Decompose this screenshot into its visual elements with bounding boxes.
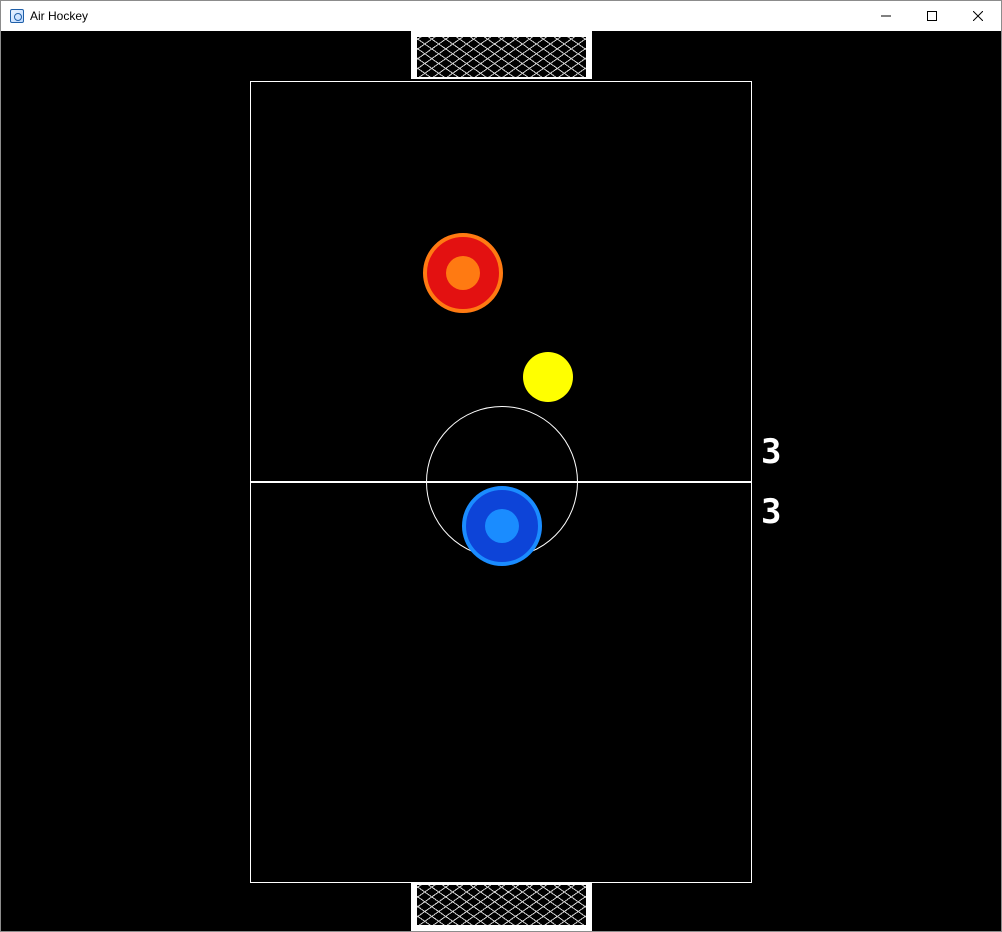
opponent-mallet xyxy=(423,233,503,313)
opponent-mallet-center xyxy=(446,256,480,290)
close-icon xyxy=(973,11,983,21)
opponent-score: 3 xyxy=(761,432,782,472)
close-button[interactable] xyxy=(955,1,1001,31)
maximize-icon xyxy=(927,11,937,21)
window-controls xyxy=(863,1,1001,31)
maximize-button[interactable] xyxy=(909,1,955,31)
player-mallet-center xyxy=(485,509,519,543)
top-goal-net xyxy=(411,31,592,79)
minimize-icon xyxy=(881,15,891,17)
bottom-goal-net xyxy=(411,883,592,931)
window-title: Air Hockey xyxy=(30,9,89,23)
minimize-button[interactable] xyxy=(863,1,909,31)
air-hockey-app-icon[interactable] xyxy=(10,9,24,23)
game-canvas[interactable]: 3 3 xyxy=(1,31,1001,931)
player-mallet[interactable] xyxy=(462,486,542,566)
player-score: 3 xyxy=(761,492,782,532)
app-window: Air Hockey 3 3 xyxy=(0,0,1002,932)
title-bar[interactable]: Air Hockey xyxy=(1,1,1001,31)
puck xyxy=(523,352,573,402)
